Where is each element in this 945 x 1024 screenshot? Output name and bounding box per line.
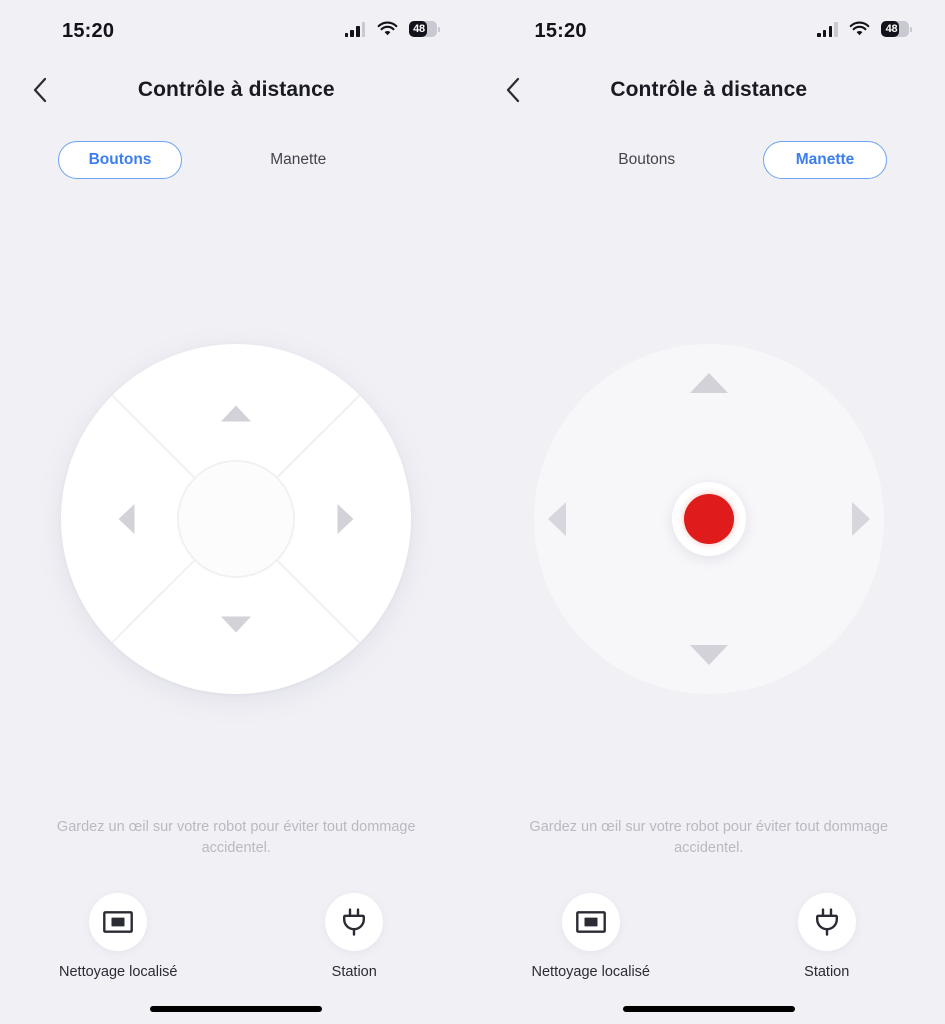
- safety-hint-text: Gardez un œil sur votre robot pour évite…: [56, 819, 416, 856]
- back-button[interactable]: [491, 60, 535, 120]
- arrow-down-icon: [221, 616, 252, 633]
- spot-clean-label: Nettoyage localisé: [59, 964, 178, 980]
- status-bar-time: 15:20: [62, 20, 115, 42]
- arrow-up-icon: [221, 405, 252, 422]
- control-area-joystick: [473, 192, 945, 817]
- chevron-left-icon: [506, 77, 519, 103]
- dock-button[interactable]: [325, 893, 384, 951]
- home-indicator-area: [473, 994, 945, 1024]
- status-bar-icons: 48: [344, 21, 440, 37]
- status-bar-icons: 48: [817, 21, 912, 37]
- dock-action[interactable]: Station: [757, 893, 897, 980]
- page-title: Contrôle à distance: [137, 78, 335, 101]
- battery-icon: 48: [408, 21, 440, 37]
- dock-button[interactable]: [797, 893, 856, 951]
- spot-clean-icon: [103, 911, 134, 933]
- joystick-down-indicator: [688, 643, 730, 667]
- joystick-up-indicator: [688, 371, 730, 395]
- spot-clean-action[interactable]: Nettoyage localisé: [521, 893, 661, 980]
- dpad-down-button[interactable]: [220, 615, 252, 634]
- status-bar-time: 15:20: [534, 20, 587, 42]
- arrow-left-icon: [118, 504, 135, 534]
- dpad-right-button[interactable]: [336, 503, 355, 535]
- home-indicator-area: [0, 994, 473, 1024]
- spot-clean-button[interactable]: [561, 893, 620, 951]
- status-bar: 15:20 48: [0, 0, 473, 60]
- dpad-left-button[interactable]: [117, 503, 136, 535]
- wifi-icon: [377, 21, 398, 37]
- spot-clean-icon: [575, 911, 606, 933]
- tab-manette[interactable]: Manette: [182, 141, 415, 179]
- battery-icon: 48: [881, 21, 912, 37]
- joystick-right-indicator: [850, 500, 872, 538]
- tab-boutons[interactable]: Boutons: [531, 141, 764, 179]
- tab-manette[interactable]: Manette: [763, 141, 887, 179]
- dock-action[interactable]: Station: [284, 893, 424, 980]
- power-plug-icon: [343, 908, 366, 936]
- phone-screen-joystick-mode: 15:20 48 Contrôle à distance Boutons Man…: [472, 0, 945, 1024]
- navigation-bar: Contrôle à distance: [0, 60, 473, 120]
- battery-percentage: 48: [413, 23, 425, 35]
- phone-screen-buttons-mode: 15:20 48 Contrôle à distance Boutons Man…: [0, 0, 473, 1024]
- arrow-right-icon: [337, 504, 354, 534]
- directional-pad[interactable]: [61, 344, 412, 694]
- joystick-pad[interactable]: [533, 344, 884, 694]
- page-title: Contrôle à distance: [610, 78, 808, 101]
- home-indicator[interactable]: [150, 1006, 323, 1012]
- dpad-center-button[interactable]: [177, 460, 296, 578]
- joystick-knob[interactable]: [671, 482, 746, 556]
- status-bar: 15:20 48: [473, 0, 945, 60]
- navigation-bar: Contrôle à distance: [473, 60, 945, 120]
- quick-actions-bar: Nettoyage localisé Station: [473, 893, 945, 994]
- back-button[interactable]: [18, 60, 62, 120]
- joystick-left-indicator: [546, 500, 568, 538]
- cellular-bars-icon: [817, 21, 838, 37]
- joystick-knob-inner: [683, 494, 734, 544]
- dpad-up-button[interactable]: [220, 404, 252, 423]
- mode-tab-bar: Boutons Manette: [473, 128, 945, 192]
- arrow-up-icon: [689, 373, 728, 393]
- arrow-left-icon: [547, 502, 566, 536]
- mode-tab-bar: Boutons Manette: [0, 128, 473, 192]
- tab-boutons[interactable]: Boutons: [58, 141, 182, 179]
- power-plug-icon: [815, 908, 838, 936]
- spot-clean-button[interactable]: [89, 893, 148, 951]
- dock-label: Station: [331, 964, 377, 980]
- quick-actions-bar: Nettoyage localisé Station: [0, 893, 473, 994]
- home-indicator[interactable]: [622, 1006, 795, 1012]
- dock-label: Station: [804, 964, 850, 980]
- safety-hint-text: Gardez un œil sur votre robot pour évite…: [529, 819, 889, 856]
- arrow-right-icon: [851, 502, 870, 536]
- cellular-bars-icon: [344, 21, 366, 37]
- control-area-dpad: [0, 192, 473, 817]
- arrow-down-icon: [689, 645, 728, 665]
- spot-clean-label: Nettoyage localisé: [531, 964, 651, 980]
- chevron-left-icon: [33, 77, 47, 103]
- dual-screenshot-container: 15:20 48 Contrôle à distance Boutons Man…: [0, 0, 945, 1024]
- wifi-icon: [849, 21, 870, 37]
- spot-clean-action[interactable]: Nettoyage localisé: [48, 893, 188, 980]
- battery-percentage: 48: [885, 23, 898, 35]
